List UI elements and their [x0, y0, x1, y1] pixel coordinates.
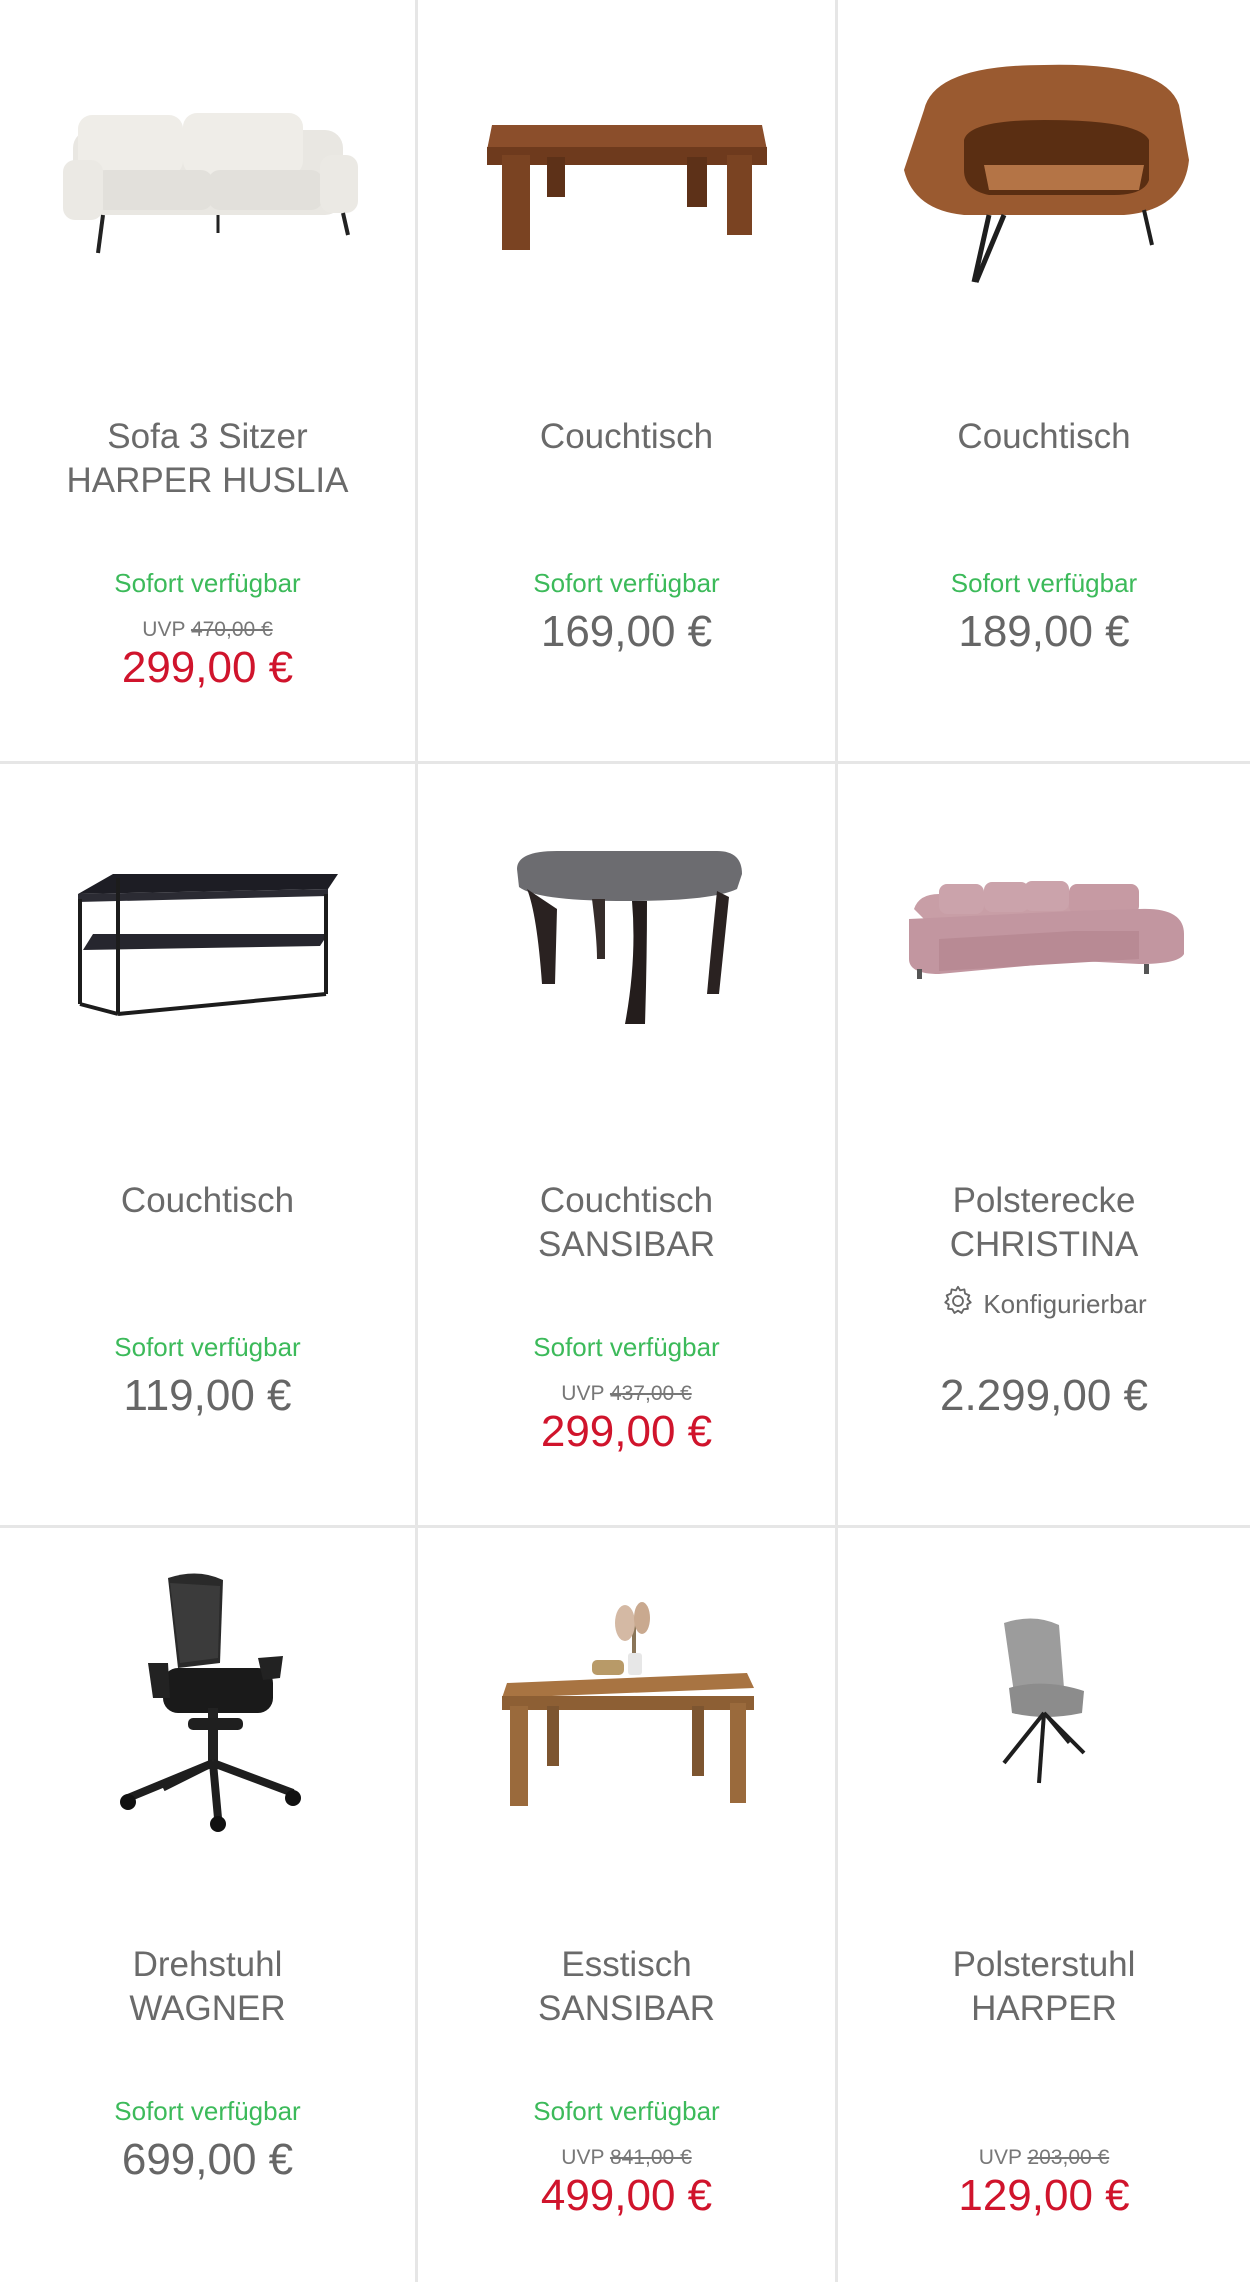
- product-card[interactable]: Polsterecke CHRISTINA Konfigurierbar 2.29…: [838, 764, 1250, 1528]
- product-title[interactable]: Couchtisch SANSIBAR: [428, 1179, 825, 1267]
- uvp-price: UVP 437,00 €: [561, 1382, 692, 1405]
- gear-icon: [941, 1284, 975, 1325]
- uvp-price: UVP 470,00 €: [142, 618, 273, 641]
- availability-status: Sofort verfügbar: [533, 568, 720, 598]
- product-title[interactable]: Drehstuhl WAGNER: [10, 1943, 405, 2031]
- sale-price: 299,00 €: [540, 1407, 713, 1456]
- product-title[interactable]: Couchtisch: [848, 415, 1240, 459]
- product-price: 2.299,00 €: [940, 1371, 1148, 1420]
- uvp-price: UVP 203,00 €: [978, 2146, 1110, 2169]
- product-title[interactable]: Esstisch SANSIBAR: [428, 1943, 825, 2031]
- product-title[interactable]: Couchtisch: [428, 415, 825, 459]
- availability-status: Sofort verfügbar: [950, 568, 1138, 598]
- metal-coffee-table-image[interactable]: [0, 804, 415, 1074]
- corner-sofa-image[interactable]: [838, 804, 1250, 1074]
- sale-price: 129,00 €: [958, 2171, 1130, 2220]
- product-price: 169,00 €: [540, 607, 713, 656]
- availability-status: Sofort verfügbar: [114, 1332, 301, 1362]
- product-title[interactable]: Couchtisch: [10, 1179, 405, 1223]
- product-price: 119,00 €: [123, 1371, 292, 1420]
- product-grid: Sofa 3 Sitzer HARPER HUSLIA Sofort verfüg…: [0, 0, 1250, 2282]
- product-card[interactable]: Sofa 3 Sitzer HARPER HUSLIA Sofort verfüg…: [0, 0, 418, 764]
- product-title[interactable]: Sofa 3 Sitzer HARPER HUSLIA: [10, 415, 405, 503]
- upholstered-chair-image[interactable]: [838, 1568, 1250, 1838]
- coffee-table-image[interactable]: [418, 40, 835, 310]
- square-coffee-table-image[interactable]: [418, 804, 835, 1074]
- availability-status: Sofort verfügbar: [114, 568, 301, 598]
- availability-status: Sofort verfügbar: [114, 2096, 301, 2126]
- availability-status: Sofort verfügbar: [533, 1332, 720, 1362]
- product-card[interactable]: Couchtisch Sofort verfügbar 169,00 €: [418, 0, 838, 764]
- sofa-image[interactable]: [0, 40, 415, 310]
- product-card[interactable]: Esstisch SANSIBAR Sofort verfügbar UVP 84…: [418, 1528, 838, 2282]
- dining-table-image[interactable]: [418, 1568, 835, 1838]
- configurable-label: Konfigurierbar: [983, 1289, 1147, 1319]
- product-card[interactable]: Couchtisch Sofort verfügbar 189,00 €: [838, 0, 1250, 764]
- sale-price: 499,00 €: [540, 2171, 713, 2220]
- product-card[interactable]: Couchtisch SANSIBAR Sofort verfügbar UVP …: [418, 764, 838, 1528]
- product-title[interactable]: Polsterecke CHRISTINA: [848, 1179, 1240, 1267]
- sale-price: 299,00 €: [121, 643, 294, 692]
- product-title[interactable]: Polsterstuhl HARPER: [848, 1943, 1240, 2031]
- product-price: 189,00 €: [958, 607, 1130, 656]
- configurable-badge[interactable]: Konfigurierbar: [838, 1284, 1250, 1325]
- uvp-price: UVP 841,00 €: [561, 2146, 692, 2169]
- product-card[interactable]: Couchtisch Sofort verfügbar 119,00 €: [0, 764, 418, 1528]
- curved-coffee-table-image[interactable]: [838, 40, 1250, 310]
- product-card[interactable]: Polsterstuhl HARPER UVP 203,00 € 129,00 €: [838, 1528, 1250, 2282]
- office-chair-image[interactable]: [0, 1568, 415, 1838]
- availability-status: Sofort verfügbar: [533, 2096, 720, 2126]
- product-card[interactable]: Drehstuhl WAGNER Sofort verfügbar 699,00 …: [0, 1528, 418, 2282]
- product-price: 699,00 €: [121, 2135, 294, 2184]
